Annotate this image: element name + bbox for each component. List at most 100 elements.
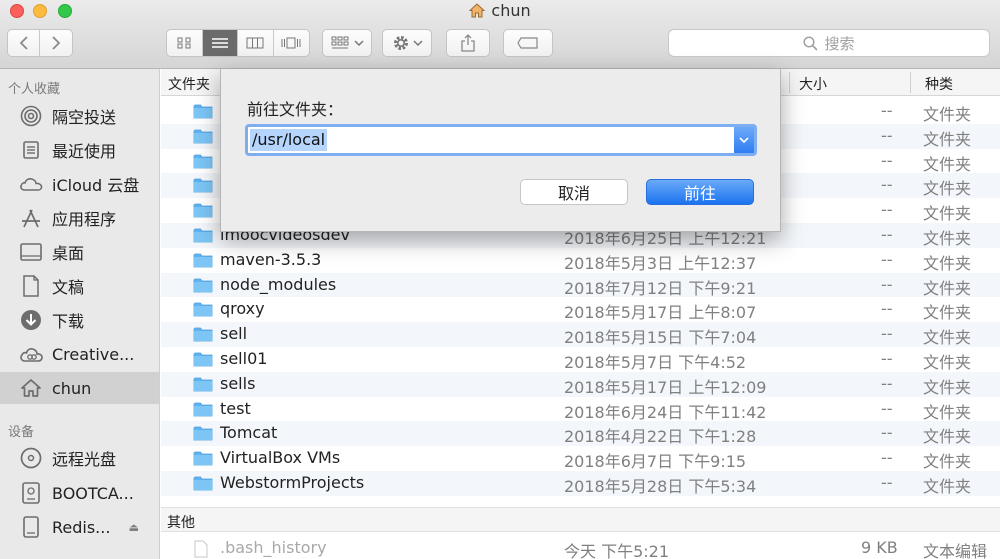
sidebar-item-documents[interactable]: 文稿 [0,270,159,302]
folder-path-input[interactable]: /usr/local [250,129,328,151]
sidebar-item-redis[interactable]: Redis... ⏏ [0,511,159,543]
table-row[interactable]: sell01 2018年5月7日 下午4:52 -- 文件夹 [161,347,1000,372]
back-button[interactable] [8,30,41,56]
table-row[interactable]: sell 2018年5月15日 下午7:04 -- 文件夹 [161,322,1000,348]
search-field[interactable]: 搜索 [668,29,990,57]
share-icon [461,34,475,52]
column-view-button[interactable] [238,30,274,56]
sidebar-item-icloud[interactable]: iCloud 云盘 [0,168,159,200]
cover-flow-icon [281,37,301,49]
chevron-left-icon [19,36,28,50]
sidebar-item-applications[interactable]: 应用程序 [0,202,159,234]
file-size: -- [881,225,893,244]
sidebar-item-label: iCloud 云盘 [52,176,140,195]
sidebar-item-label: 文稿 [52,278,85,297]
file-kind: 文件夹 [923,477,972,496]
file-name: .bash_history [220,538,327,557]
folder-icon [193,129,213,144]
folder-icon [193,351,213,371]
table-row[interactable]: test 2018年6月24日 下午11:42 -- 文件夹 [161,396,1000,422]
table-row[interactable]: .bash_history 今天 下午5:21 9 KB 文本编辑 [161,536,1000,559]
table-row[interactable]: maven-3.5.3 2018年5月3日 上午12:37 -- 文件夹 [161,247,1000,273]
tags-button[interactable] [503,29,553,57]
sidebar-item-label: 远程光盘 [52,450,117,469]
cancel-button[interactable]: 取消 [520,179,628,205]
cover-flow-button[interactable] [274,30,309,56]
icon-view-button[interactable] [167,30,203,56]
folder-icon [193,425,213,445]
chevron-down-icon [353,40,364,46]
file-kind: 文件夹 [923,129,972,149]
list-view-button[interactable] [202,30,238,56]
sidebar-item-desktop[interactable]: 桌面 [0,236,159,268]
column-name-header[interactable]: 文件夹 [168,74,210,94]
sidebar-item-chun[interactable]: chun [0,372,159,404]
sidebar-item-creative-cloud[interactable]: Creative... [0,338,159,370]
folder-icon [193,377,213,392]
gear-icon [393,36,408,50]
sidebar-item-downloads[interactable]: 下载 [0,304,159,336]
file-date: 2018年6月24日 下午11:42 [564,402,767,422]
folder-icon [193,227,213,247]
file-kind: 文件夹 [923,105,972,124]
file-name: VirtualBox VMs [220,448,341,468]
file-size: -- [881,200,893,220]
column-size-header[interactable]: 大小 [799,74,827,94]
folder-icon [193,278,213,292]
document-icon [194,540,208,558]
documents-icon [19,274,43,298]
file-date: 2018年5月17日 上午8:07 [564,303,757,323]
table-row[interactable]: node_modules 2018年7月12日 下午9:21 -- 文件夹 [161,272,1000,298]
share-button[interactable] [446,29,490,57]
file-size: -- [881,274,893,294]
sidebar: 个人收藏 隔空投送 最近使用 iCloud 云盘 应用程序 桌面 文稿 下载 C… [0,69,160,559]
search-icon [803,35,819,51]
file-size: -- [881,101,893,120]
file-size: -- [881,125,893,145]
sidebar-item-airdrop[interactable]: 隔空投送 [0,100,159,132]
path-history-dropdown[interactable] [734,127,754,153]
sidebar-item-label: 最近使用 [52,142,117,161]
table-row[interactable]: VirtualBox VMs 2018年6月7日 下午9:15 -- 文件夹 [161,446,1000,472]
sidebar-item-remote-disc[interactable]: 远程光盘 [0,442,159,474]
go-button[interactable]: 前往 [646,179,754,205]
folder-icon [193,301,213,321]
table-row[interactable]: WebstormProjects 2018年5月28日 下午5:34 -- 文件夹 [161,471,1000,496]
table-row[interactable]: sells 2018年5月17日 上午12:09 -- 文件夹 [161,371,1000,397]
column-divider[interactable] [789,72,790,93]
chevron-down-icon [739,137,749,143]
folder-icon [193,104,213,119]
folder-icon [193,252,213,272]
file-kind: 文件夹 [923,253,972,273]
column-divider[interactable] [910,72,911,93]
sidebar-item-recents[interactable]: 最近使用 [0,134,159,166]
other-rows: .bash_history 今天 下午5:21 9 KB 文本编辑 [161,536,1000,559]
file-name: sell [220,324,248,344]
file-date: 2018年4月22日 下午1:28 [564,427,757,447]
table-row[interactable]: Tomcat 2018年4月22日 下午1:28 -- 文件夹 [161,421,1000,447]
sidebar-item-bootcamp[interactable]: BOOTCA... [0,477,159,509]
forward-button[interactable] [40,30,72,56]
airdrop-icon [19,104,43,128]
file-size: -- [881,150,893,170]
sidebar-item-label: 桌面 [52,244,85,263]
file-kind: 文件夹 [923,427,972,447]
folder-icon [193,401,213,421]
action-button[interactable] [382,29,432,57]
arrange-button[interactable] [322,29,372,57]
folder-icon [193,327,213,342]
folder-path-combobox[interactable]: /usr/local [245,124,757,156]
file-name: test [220,398,251,418]
folder-icon [193,326,213,346]
folder-icon [193,475,213,495]
table-row[interactable]: qroxy 2018年5月17日 上午8:07 -- 文件夹 [161,297,1000,323]
eject-icon[interactable]: ⏏ [129,521,139,534]
file-name: qroxy [220,299,265,319]
folder-icon [193,228,213,243]
column-kind-header[interactable]: 种类 [925,74,953,94]
file-size: -- [881,423,893,443]
chevron-down-icon [412,40,423,46]
file-name: maven-3.5.3 [220,249,322,269]
file-date: 2018年5月3日 上午12:37 [564,253,757,273]
folder-icon [193,302,213,317]
